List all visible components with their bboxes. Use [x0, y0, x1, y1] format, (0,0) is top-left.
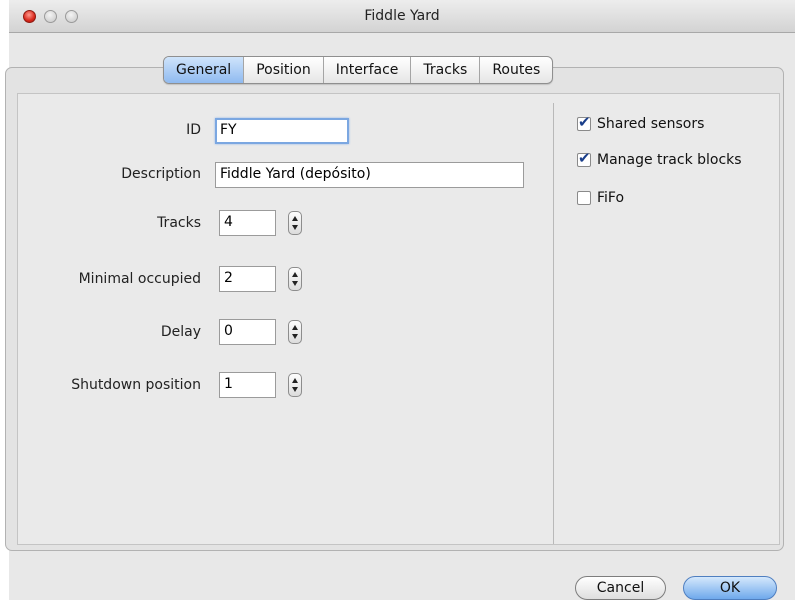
tab-bar: General Position Interface Tracks Routes	[163, 56, 554, 84]
minimal-occupied-label: Minimal occupied	[78, 271, 201, 287]
id-label: ID	[186, 122, 201, 138]
description-input[interactable]: Fiddle Yard (depósito)	[215, 162, 524, 188]
cancel-button[interactable]: Cancel	[575, 576, 666, 600]
shutdown-position-stepper[interactable]	[288, 373, 302, 397]
shared-sensors-label: Shared sensors	[597, 116, 705, 132]
manage-track-blocks-checkbox[interactable]	[577, 149, 591, 167]
minimal-occupied-input[interactable]: 2	[219, 266, 276, 292]
title-bar[interactable]: Fiddle Yard	[9, 0, 795, 33]
manage-track-blocks-option[interactable]: Manage track blocks	[577, 149, 742, 170]
shared-sensors-checkbox[interactable]	[577, 113, 591, 131]
delay-stepper[interactable]	[288, 320, 302, 344]
description-label: Description	[121, 166, 201, 182]
minimal-occupied-stepper[interactable]	[288, 267, 302, 291]
delay-input[interactable]: 0	[219, 319, 276, 345]
tab-routes[interactable]: Routes	[479, 57, 552, 83]
delay-label: Delay	[160, 324, 201, 340]
tab-interface[interactable]: Interface	[322, 57, 411, 83]
tracks-input[interactable]: 4	[219, 210, 276, 236]
fifo-option[interactable]: FiFo	[577, 188, 624, 208]
tab-tracks[interactable]: Tracks	[410, 57, 479, 83]
tracks-label: Tracks	[157, 215, 201, 231]
fifo-label: FiFo	[597, 190, 625, 206]
id-input[interactable]: FY	[215, 118, 349, 144]
window-title: Fiddle Yard	[364, 8, 440, 24]
manage-track-blocks-label: Manage track blocks	[597, 152, 742, 168]
shutdown-position-label: Shutdown position	[71, 377, 201, 393]
shutdown-position-input[interactable]: 1	[219, 372, 276, 398]
tracks-stepper[interactable]	[288, 211, 302, 235]
fifo-checkbox[interactable]	[577, 191, 591, 205]
ok-button[interactable]: OK	[683, 576, 777, 600]
tab-general[interactable]: General	[164, 57, 244, 83]
section-divider	[553, 103, 554, 544]
tab-position[interactable]: Position	[243, 57, 323, 83]
shared-sensors-option[interactable]: Shared sensors	[577, 113, 705, 134]
